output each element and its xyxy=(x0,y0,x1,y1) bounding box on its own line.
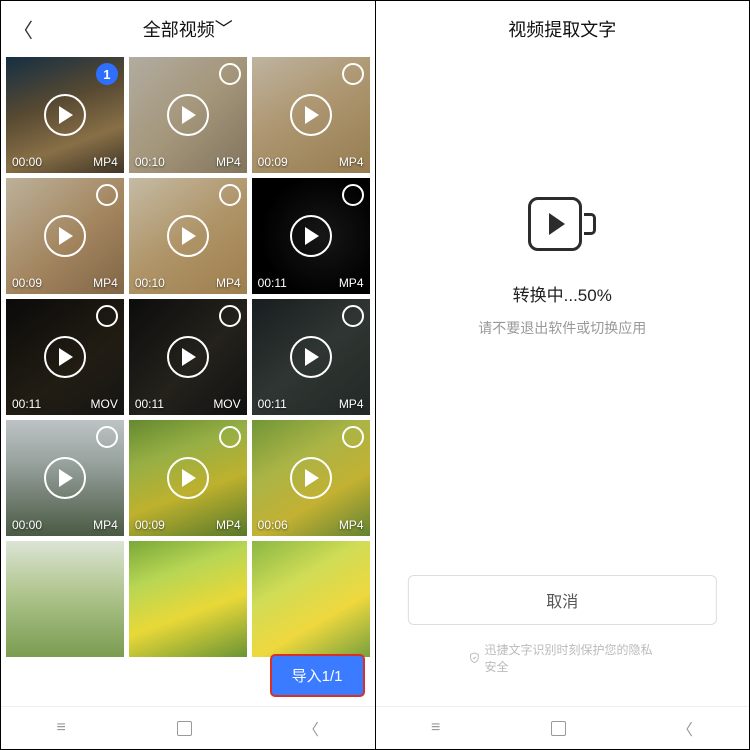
play-icon xyxy=(44,94,86,136)
play-icon xyxy=(290,457,332,499)
video-grid: 1 00:00 MP4 00:10 MP4 00:09 MP4 00:09 MP4 00:… xyxy=(1,57,375,657)
duration: 00:00 xyxy=(12,155,42,169)
system-nav: ≡ 〉 xyxy=(1,706,375,749)
progress-hint: 请不要退出软件或切换应用 xyxy=(478,318,646,338)
video-cell[interactable]: 00:11 MP4 xyxy=(252,299,370,415)
select-circle[interactable] xyxy=(219,426,241,448)
duration: 00:09 xyxy=(135,518,165,532)
chevron-down-icon: ﹀ xyxy=(215,15,233,41)
play-icon xyxy=(290,94,332,136)
select-circle[interactable] xyxy=(219,184,241,206)
nav-home-icon[interactable] xyxy=(551,721,566,736)
video-cell[interactable]: 00:09 MP4 xyxy=(129,420,247,536)
duration: 00:11 xyxy=(135,397,164,411)
shield-icon xyxy=(469,652,481,665)
video-icon xyxy=(528,197,596,251)
format: MP4 xyxy=(339,397,364,411)
nav-home-icon[interactable] xyxy=(177,721,192,736)
select-circle[interactable] xyxy=(342,305,364,327)
nav-back-icon[interactable]: 〉 xyxy=(677,716,693,740)
play-icon xyxy=(44,215,86,257)
duration: 00:10 xyxy=(135,155,165,169)
format: MP4 xyxy=(93,276,118,290)
system-nav: ≡ 〉 xyxy=(376,706,750,749)
play-icon xyxy=(44,336,86,378)
play-icon xyxy=(290,336,332,378)
select-circle[interactable] xyxy=(219,63,241,85)
video-cell[interactable]: 00:10 MP4 xyxy=(129,57,247,173)
privacy-note: 迅捷文字识别时刻保护您的隐私安全 xyxy=(469,641,656,675)
video-cell[interactable]: 00:09 MP4 xyxy=(6,178,124,294)
nav-menu-icon[interactable]: ≡ xyxy=(57,719,66,737)
video-cell[interactable]: 00:11 MP4 xyxy=(252,178,370,294)
extract-progress-screen: 视频提取文字 转换中...50% 请不要退出软件或切换应用 取消 迅捷文字识别时… xyxy=(376,1,750,749)
header: 〈 全部视频﹀ xyxy=(1,1,375,57)
format: MP4 xyxy=(93,518,118,532)
video-cell[interactable] xyxy=(129,541,247,657)
play-icon xyxy=(167,94,209,136)
select-circle[interactable] xyxy=(96,426,118,448)
duration: 00:06 xyxy=(258,518,288,532)
progress-status: 转换中...50% xyxy=(513,281,612,306)
select-circle[interactable] xyxy=(342,426,364,448)
video-cell[interactable]: 00:11 MOV xyxy=(129,299,247,415)
video-picker-screen: 〈 全部视频﹀ 1 00:00 MP4 00:10 MP4 00:09 MP4 00:0… xyxy=(1,1,376,749)
format: MOV xyxy=(213,397,240,411)
duration: 00:10 xyxy=(135,276,165,290)
page-title: 视频提取文字 xyxy=(376,1,750,57)
video-cell[interactable]: 1 00:00 MP4 xyxy=(6,57,124,173)
format: MP4 xyxy=(93,155,118,169)
duration: 00:11 xyxy=(12,397,41,411)
duration: 00:09 xyxy=(258,155,288,169)
duration: 00:09 xyxy=(12,276,42,290)
format: MP4 xyxy=(339,518,364,532)
video-cell[interactable]: 00:10 MP4 xyxy=(129,178,247,294)
select-badge[interactable]: 1 xyxy=(96,63,118,85)
format: MP4 xyxy=(339,155,364,169)
import-button[interactable]: 导入1/1 xyxy=(270,654,365,697)
format: MP4 xyxy=(216,518,241,532)
duration: 00:11 xyxy=(258,397,287,411)
back-icon[interactable]: 〈 xyxy=(13,15,33,44)
title-dropdown[interactable]: 全部视频﹀ xyxy=(143,16,233,42)
play-icon xyxy=(167,215,209,257)
video-cell[interactable] xyxy=(6,541,124,657)
select-circle[interactable] xyxy=(96,184,118,206)
video-cell[interactable]: 00:00 MP4 xyxy=(6,420,124,536)
format: MP4 xyxy=(339,276,364,290)
select-circle[interactable] xyxy=(96,305,118,327)
video-cell[interactable] xyxy=(252,541,370,657)
play-icon xyxy=(44,457,86,499)
nav-back-icon[interactable]: 〉 xyxy=(303,716,319,740)
format: MOV xyxy=(90,397,117,411)
duration: 00:00 xyxy=(12,518,42,532)
duration: 00:11 xyxy=(258,276,287,290)
format: MP4 xyxy=(216,155,241,169)
nav-menu-icon[interactable]: ≡ xyxy=(431,719,440,737)
play-icon xyxy=(167,457,209,499)
select-circle[interactable] xyxy=(219,305,241,327)
video-cell[interactable]: 00:09 MP4 xyxy=(252,57,370,173)
select-circle[interactable] xyxy=(342,63,364,85)
format: MP4 xyxy=(216,276,241,290)
select-circle[interactable] xyxy=(342,184,364,206)
page-title: 全部视频 xyxy=(143,20,215,40)
play-icon xyxy=(167,336,209,378)
play-icon xyxy=(290,215,332,257)
video-cell[interactable]: 00:11 MOV xyxy=(6,299,124,415)
cancel-button[interactable]: 取消 xyxy=(408,575,716,625)
video-cell[interactable]: 00:06 MP4 xyxy=(252,420,370,536)
